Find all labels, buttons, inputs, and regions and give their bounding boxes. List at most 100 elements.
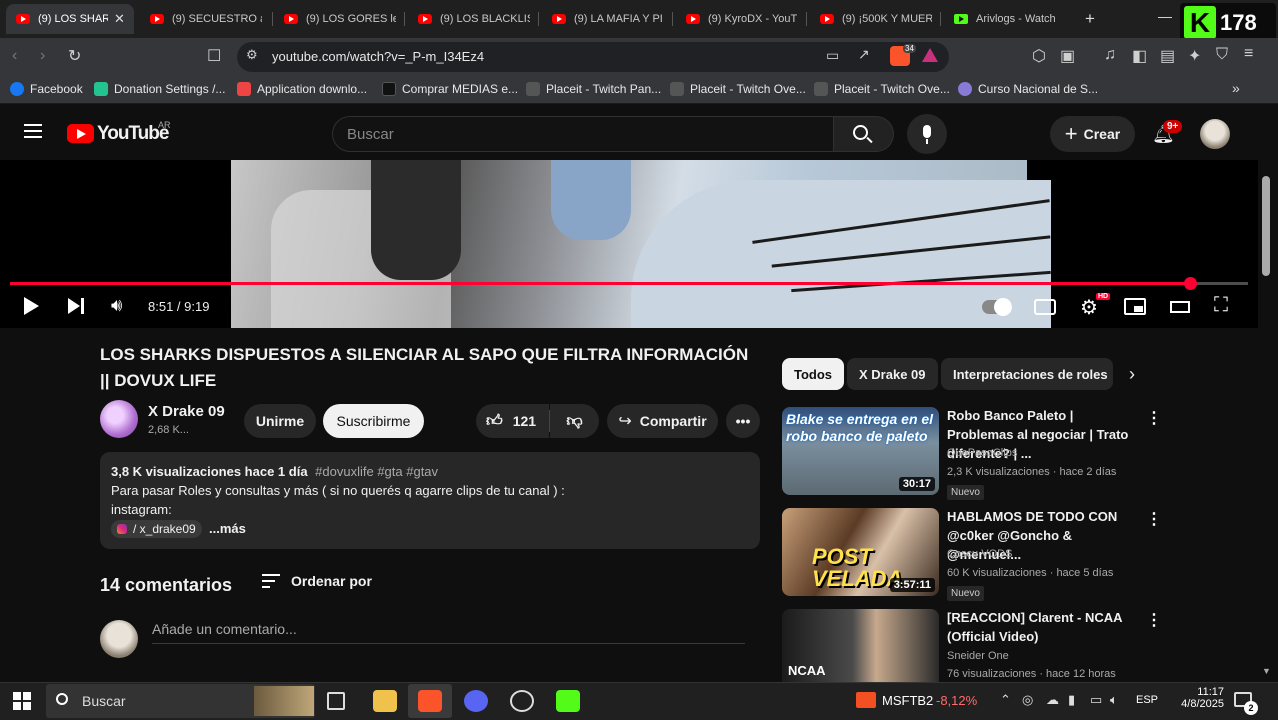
tab-kyrodx[interactable]: (9) KyroDX - YouT [676, 4, 804, 34]
chip-todos[interactable]: Todos [782, 358, 845, 390]
forward-icon[interactable]: › [40, 47, 45, 65]
play-icon[interactable] [24, 297, 39, 315]
back-icon[interactable]: ‹ [12, 47, 17, 65]
channel-name[interactable]: X Drake 09 [148, 403, 225, 420]
create-button[interactable]: + Crear [1050, 116, 1135, 152]
network-icon[interactable]: ▭ [1090, 692, 1102, 708]
show-more-link[interactable]: ...más [209, 521, 246, 536]
bookmark-placeit-3[interactable]: Placeit - Twitch Ove... [814, 82, 950, 96]
scrubber-handle[interactable] [1183, 277, 1197, 290]
chip-interpretaciones[interactable]: Interpretaciones de roles [941, 358, 1113, 390]
video-thumbnail[interactable]: POST VELADA 3:57:11 [782, 508, 939, 596]
speaker-icon[interactable]: 🔈︎ [1110, 692, 1118, 708]
minimize-icon[interactable]: — [1158, 8, 1172, 24]
wallet-icon[interactable]: ▤ [1160, 46, 1175, 66]
search-button[interactable] [834, 116, 894, 152]
progress-bar[interactable] [10, 277, 1248, 290]
share-icon[interactable]: ↗ [858, 46, 870, 63]
tab-los-gores[interactable]: (9) LOS GORES le [274, 4, 402, 34]
bookmark-facebook[interactable]: Facebook [10, 82, 83, 96]
more-bookmarks-icon[interactable]: » [1232, 80, 1240, 96]
bookmark-medias[interactable]: Comprar MEDIAS e... [382, 82, 518, 96]
bookmark-placeit-2[interactable]: Placeit - Twitch Ove... [670, 82, 806, 96]
instagram-link[interactable]: / x_drake09 [111, 520, 202, 538]
leo-icon[interactable]: ✦ [1188, 46, 1201, 66]
tab-manager-icon[interactable]: ▣ [1060, 46, 1075, 66]
language-indicator[interactable]: ESP [1136, 694, 1158, 706]
discord-icon[interactable] [464, 690, 488, 712]
sort-button[interactable]: Ordenar por [291, 573, 372, 589]
comment-input[interactable]: Añade un comentario... [152, 621, 745, 644]
bookmark-donation[interactable]: Donation Settings /... [94, 82, 225, 96]
channel-avatar[interactable] [100, 400, 138, 438]
stock-name[interactable]: MSFTB2 [882, 693, 933, 708]
scrollbar-thumb[interactable] [1262, 176, 1270, 276]
tab-los-blacklis[interactable]: (9) LOS BLACKLIS [408, 4, 536, 34]
youtube-logo-icon[interactable] [67, 124, 94, 143]
url-text[interactable]: youtube.com/watch?v=_P-m_I34Ez4 [272, 49, 484, 64]
chip-x-drake[interactable]: X Drake 09 [847, 358, 938, 390]
brave-rewards-icon[interactable] [922, 48, 938, 62]
close-tab-icon[interactable]: ✕ [114, 11, 125, 27]
more-actions-button[interactable]: ••• [726, 404, 760, 438]
scroll-down-icon[interactable]: ▼ [1262, 666, 1271, 676]
autoplay-toggle[interactable] [982, 298, 1012, 316]
extension-icon[interactable]: ⬡ [1032, 46, 1046, 66]
fullscreen-icon[interactable]: ⛶ [1214, 294, 1228, 317]
miniplayer-icon[interactable] [1124, 298, 1146, 315]
video-menu-icon[interactable]: ⋮ [1146, 509, 1162, 529]
tray-chevron-icon[interactable]: ⌃ [1000, 692, 1011, 708]
menu-icon[interactable]: ≡ [1244, 45, 1253, 63]
recommended-channel[interactable]: Coscu VODS [947, 548, 1012, 560]
usb-icon[interactable]: ▮ [1068, 692, 1075, 708]
voice-search-button[interactable] [907, 114, 947, 154]
windows-start-icon[interactable] [13, 692, 31, 710]
sort-icon[interactable] [262, 574, 280, 588]
reload-icon[interactable]: ↻ [68, 46, 81, 66]
bookmark-curso[interactable]: Curso Nacional de S... [958, 82, 1098, 96]
media-icon[interactable]: ♫ [1104, 46, 1116, 64]
kick-app-icon[interactable] [556, 690, 580, 712]
recommended-channel[interactable]: Sneider One [947, 650, 1009, 662]
tab-secuestro[interactable]: (9) SECUESTRO a [140, 4, 270, 34]
next-icon[interactable] [68, 298, 80, 314]
recommended-channel[interactable]: QuePasoClips [947, 447, 1017, 459]
tab-la-mafia[interactable]: (9) LA MAFIA Y PI [542, 4, 670, 34]
user-avatar[interactable] [1200, 119, 1230, 149]
tab-500k[interactable]: (9) ¡500K Y MUER [810, 4, 938, 34]
vpn-icon[interactable]: ⛉ [1216, 46, 1228, 64]
cloud-icon[interactable]: ☁ [1046, 692, 1059, 708]
cast-icon[interactable]: ▭ [826, 47, 839, 64]
share-button[interactable]: ↪ Compartir [607, 404, 718, 438]
bookmark-application[interactable]: Application downlo... [237, 82, 367, 96]
new-tab-button[interactable]: + [1085, 9, 1095, 29]
join-button[interactable]: Unirme [244, 404, 316, 438]
bookmark-placeit-1[interactable]: Placeit - Twitch Pan... [526, 82, 661, 96]
search-input[interactable]: Buscar [332, 116, 834, 152]
like-button[interactable]: 👍︎ 121 [476, 404, 549, 438]
video-menu-icon[interactable]: ⋮ [1146, 408, 1162, 428]
file-explorer-icon[interactable] [373, 690, 397, 712]
sidebar-icon[interactable]: ◧ [1132, 46, 1147, 66]
hashtags[interactable]: #dovuxlife #gta #gtav [315, 464, 438, 479]
obs-icon[interactable] [510, 690, 534, 712]
hamburger-menu-icon[interactable] [24, 124, 42, 138]
video-thumbnail[interactable]: NCAA [782, 609, 939, 682]
bookmark-icon[interactable]: ☐ [207, 46, 221, 66]
recommended-video-title[interactable]: [REACCION] Clarent - NCAA (Official Vide… [947, 608, 1142, 646]
brave-browser-icon[interactable] [418, 690, 442, 712]
video-menu-icon[interactable]: ⋮ [1146, 610, 1162, 630]
volume-icon[interactable]: 🔊︎ [111, 295, 122, 316]
clock[interactable]: 11:17 4/8/2025 [1172, 686, 1224, 710]
dislike-button[interactable]: 👎︎ [550, 404, 599, 438]
video-thumbnail[interactable]: Blake se entrega en el robo banco de pal… [782, 407, 939, 495]
subtitles-icon[interactable] [1034, 299, 1056, 315]
tab-los-sharks[interactable]: (9) LOS SHARKS ✕ [6, 4, 134, 34]
subscribe-button[interactable]: Suscribirme [323, 404, 424, 438]
task-view-icon[interactable] [327, 692, 345, 710]
taskbar-search[interactable]: Buscar [46, 684, 315, 718]
tray-app-icon[interactable]: ◎ [1022, 692, 1033, 708]
tab-arivlogs[interactable]: Arivlogs - Watch [944, 4, 1072, 34]
chevron-right-icon[interactable]: › [1129, 364, 1135, 385]
site-info-icon[interactable]: ⚙ [246, 47, 258, 63]
